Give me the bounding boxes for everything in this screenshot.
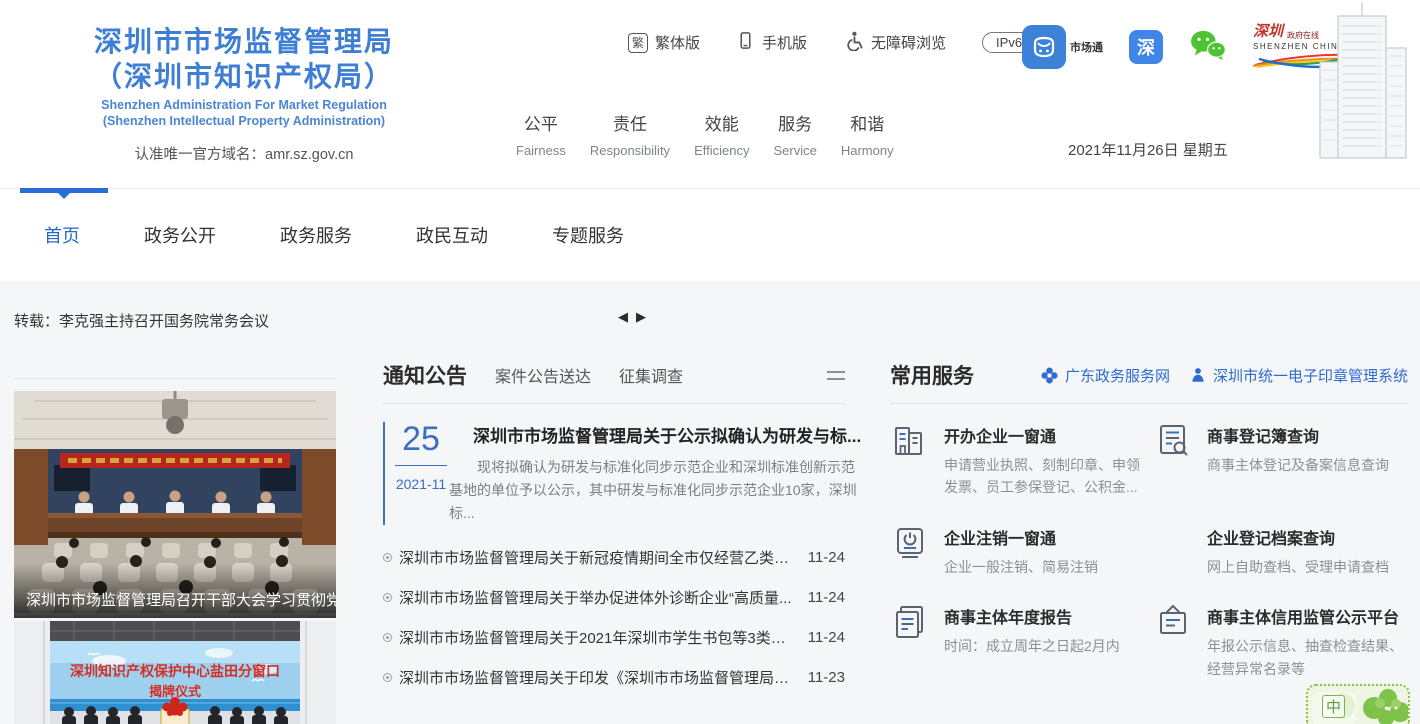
carousel-slide-2[interactable]: 深圳知识产权保护中心盐田分窗口 揭牌仪式 [14, 621, 336, 724]
notice-row[interactable]: 深圳市市场监督管理局关于印发《深圳市市场监督管理局商... 11-23 [383, 657, 845, 697]
seal-icon [1190, 367, 1206, 383]
photo-carousel: 深圳市市场监督管理局召开干部大会学习贯彻党的十... 深圳知识产权保护中心盐田分… [14, 378, 336, 724]
featured-notice: 25 2021-11 深圳市市场监督管理局关于公示拟确认为研发与标... 现将拟… [383, 422, 845, 525]
divider [890, 403, 1408, 404]
widget-glyph: 中 [1322, 695, 1345, 718]
org-name-cn-line1: 深圳市市场监督管理局 [24, 24, 464, 59]
value-service: 服务 Service [773, 110, 816, 158]
nav-item-interaction[interactable]: 政民互动 [416, 222, 488, 248]
company-building-icon [890, 421, 930, 461]
notice-date: 11-24 [808, 629, 845, 646]
prev-arrow-icon[interactable]: ◀ [618, 309, 628, 325]
market-app-link[interactable]: 市场通 [1022, 25, 1103, 69]
more-icon[interactable] [827, 366, 845, 385]
slide2-banner-line2: 揭牌仪式 [149, 684, 201, 699]
service-credit-platform[interactable]: 商事主体信用监管公示平台 年报公示信息、抽查检查结果、经营异常名录等 [1153, 602, 1408, 680]
notice-row[interactable]: 深圳市市场监督管理局关于2021年深圳市学生书包等3类产... 11-24 [383, 617, 845, 657]
shen-i-qi-app-icon[interactable]: 深 [1129, 30, 1163, 64]
values-row: 公平 Fairness 责任 Responsibility 效能 Efficie… [516, 110, 894, 158]
traditional-chinese-label: 繁体版 [655, 32, 700, 53]
page: 深圳市市场监督管理局 （深圳市知识产权局） Shenzhen Administr… [0, 0, 1420, 724]
sz-logo-cn: 深圳 [1253, 20, 1283, 41]
market-app-icon [1022, 25, 1066, 69]
eseal-system-link[interactable]: 深圳市统一电子印章管理系统 [1190, 365, 1408, 386]
value-fairness: 公平 Fairness [516, 110, 566, 158]
site-logo[interactable]: 深圳市市场监督管理局 （深圳市知识产权局） Shenzhen Administr… [24, 24, 464, 164]
header: 深圳市市场监督管理局 （深圳市知识产权局） Shenzhen Administr… [0, 0, 1420, 188]
current-date: 2021年11月26日 星期五 [1068, 139, 1228, 160]
wechat-icon[interactable] [1189, 29, 1227, 66]
floating-widget[interactable]: 中 [1306, 684, 1410, 724]
nav-item-gov-info[interactable]: 政务公开 [144, 222, 216, 248]
traditional-chinese-link[interactable]: 繁 繁体版 [628, 32, 700, 53]
nav-item-home[interactable]: 首页 [44, 222, 80, 248]
tab-surveys[interactable]: 征集调查 [619, 363, 683, 387]
services-section: 常用服务 广东政务服务网 深圳市统一电子印章管理系统 [890, 360, 1408, 680]
notices-title: 通知公告 [383, 360, 467, 390]
slide1-caption[interactable]: 深圳市市场监督管理局召开干部大会学习贯彻党的十... [14, 563, 336, 618]
org-name-cn-line2: （深圳市知识产权局） [24, 59, 464, 94]
featured-title[interactable]: 深圳市市场监督管理局关于公示拟确认为研发与标... [449, 422, 861, 447]
notice-list: 深圳市市场监督管理局关于新冠疫情期间全市仅经营乙类非... 11-24 深圳市市… [383, 537, 845, 697]
featured-month: 2021-11 [395, 476, 447, 492]
news-ticker[interactable]: 转载：李克强主持召开国务院常务会议 [14, 310, 269, 331]
services-title: 常用服务 [890, 360, 974, 390]
accessibility-link[interactable]: 无障碍浏览 [843, 30, 946, 55]
official-domain-note: 认准唯一官方域名：amr.sz.gov.cn [24, 143, 464, 164]
register-search-icon [1153, 421, 1193, 461]
notices-section: 通知公告 案件公告送达 征集调查 25 2021-11 深圳市市场监督管理局关于… [383, 360, 845, 697]
notice-date: 11-23 [808, 669, 845, 686]
services-grid: 开办企业一窗通 申请营业执照、刻制印章、申领发票、员工参保登记、公积金... [890, 421, 1408, 680]
value-harmony: 和谐 Harmony [841, 110, 894, 158]
org-name-en-line2: (Shenzhen Intellectual Property Administ… [24, 113, 464, 129]
main-content: 转载：李克强主持召开国务院常务会议 ◀ ▶ [0, 281, 1420, 724]
bullet-icon [383, 633, 392, 642]
power-off-icon [890, 523, 930, 563]
annual-report-icon [890, 602, 930, 642]
service-archive-search[interactable]: 企业登记档案查询 网上自助查档、受理申请查档 [1153, 523, 1408, 578]
nav-item-special[interactable]: 专题服务 [552, 222, 624, 248]
featured-day: 25 [395, 422, 447, 456]
blank-icon-slot [1153, 523, 1193, 563]
building-sketch [1306, 0, 1418, 165]
value-efficiency: 效能 Efficiency [694, 110, 749, 158]
flower-icon [1041, 367, 1058, 384]
org-name-en-line1: Shenzhen Administration For Market Regul… [24, 97, 464, 113]
traditional-chinese-icon: 繁 [628, 33, 648, 53]
bullet-icon [383, 673, 392, 682]
guangdong-gov-service-link[interactable]: 广东政务服务网 [1041, 365, 1170, 386]
bullet-icon [383, 553, 392, 562]
slide2-banner-line1: 深圳知识产权保护中心盐田分窗口 [70, 663, 280, 679]
service-deregistration[interactable]: 企业注销一窗通 企业一般注销、简易注销 [890, 523, 1153, 578]
accessibility-icon [843, 30, 864, 55]
service-annual-report[interactable]: 商事主体年度报告 时间：成立周年之日起2月内 [890, 602, 1153, 680]
divider [395, 465, 447, 466]
notice-row[interactable]: 深圳市市场监督管理局关于举办促进体外诊断企业“高质量... 11-24 [383, 577, 845, 617]
ticker-controls: ◀ ▶ [618, 309, 646, 325]
market-app-label: 市场通 [1070, 39, 1103, 55]
tab-case-announcements[interactable]: 案件公告送达 [495, 363, 591, 387]
value-responsibility: 责任 Responsibility [590, 110, 670, 158]
service-open-business[interactable]: 开办企业一窗通 申请营业执照、刻制印章、申领发票、员工参保登记、公积金... [890, 421, 1153, 499]
next-arrow-icon[interactable]: ▶ [636, 309, 646, 325]
featured-date-block: 25 2021-11 [383, 422, 447, 525]
mobile-icon [736, 31, 755, 54]
credit-board-icon [1153, 602, 1193, 642]
ceremony-photo: 深圳知识产权保护中心盐田分窗口 揭牌仪式 [14, 621, 336, 724]
featured-summary[interactable]: 现将拟确认为研发与标准化同步示范企业和深圳标准创新示范基地的单位予以公示，其中研… [449, 456, 861, 525]
divider [383, 403, 845, 404]
notice-date: 11-24 [808, 549, 845, 566]
nav-item-gov-services[interactable]: 政务服务 [280, 222, 352, 248]
accessibility-label: 无障碍浏览 [871, 32, 946, 53]
service-registry-search[interactable]: 商事登记簿查询 商事主体登记及备案信息查询 [1153, 421, 1408, 499]
utility-links: 繁 繁体版 手机版 无障碍浏览 IPv6 [628, 30, 1036, 55]
mobile-version-label: 手机版 [762, 32, 807, 53]
main-nav: 首页 政务公开 政务服务 政民互动 专题服务 政务机器人 [0, 188, 1420, 281]
notice-date: 11-24 [808, 589, 845, 606]
mobile-version-link[interactable]: 手机版 [736, 31, 807, 54]
notice-row[interactable]: 深圳市市场监督管理局关于新冠疫情期间全市仅经营乙类非... 11-24 [383, 537, 845, 577]
bullet-icon [383, 593, 392, 602]
carousel-slide-1[interactable]: 深圳市市场监督管理局召开干部大会学习贯彻党的十... [14, 391, 336, 618]
